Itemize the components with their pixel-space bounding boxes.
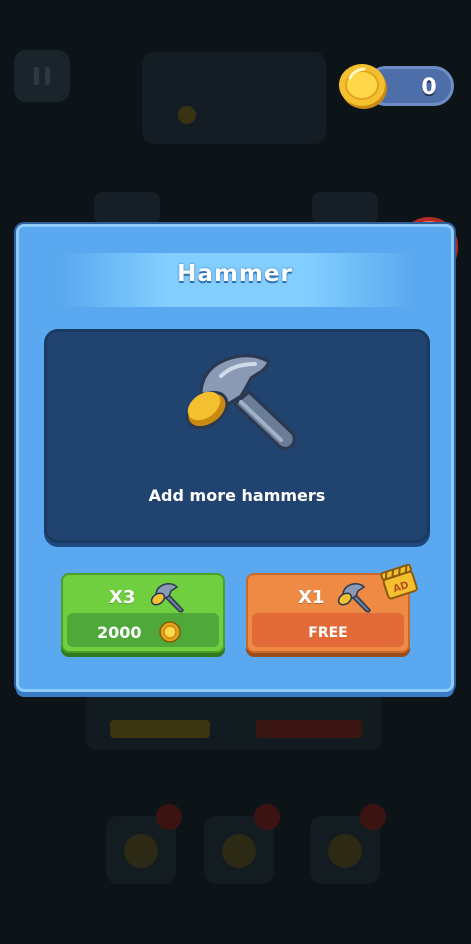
background-bottom-panel	[86, 692, 382, 750]
quantity-label: X3	[109, 587, 136, 608]
free-label: FREE	[308, 625, 348, 641]
hammer-icon	[185, 354, 296, 451]
watch-ad-button[interactable]: X1 FREE AD	[246, 563, 418, 653]
dialog-title: Hammer	[177, 261, 293, 287]
booster-slot[interactable]	[310, 804, 386, 884]
info-panel: Add more hammers	[44, 329, 430, 543]
coin-icon	[159, 621, 181, 643]
hammer-dialog: Hammer Add more hammers X3 2000 X1 FREE …	[16, 224, 454, 692]
ad-clapper-icon: AD	[380, 563, 418, 600]
background-slot	[312, 192, 378, 224]
hammer-icon	[150, 583, 184, 613]
level-panel	[142, 52, 326, 144]
buy-with-coins-button[interactable]: X3 2000	[61, 573, 225, 653]
background-slot	[94, 192, 160, 224]
quantity-label: X1	[298, 587, 325, 608]
price-band	[67, 613, 219, 647]
coin-count: 0	[421, 75, 437, 100]
coin-counter[interactable]: 0	[336, 62, 454, 110]
coin-icon	[339, 64, 387, 109]
price-label: 2000	[97, 623, 142, 642]
hammer-icon	[337, 583, 371, 613]
booster-slot[interactable]	[106, 804, 182, 884]
pause-button[interactable]	[14, 50, 70, 102]
booster-slot[interactable]	[204, 804, 280, 884]
description-text: Add more hammers	[148, 486, 326, 505]
coin-icon	[178, 106, 196, 124]
